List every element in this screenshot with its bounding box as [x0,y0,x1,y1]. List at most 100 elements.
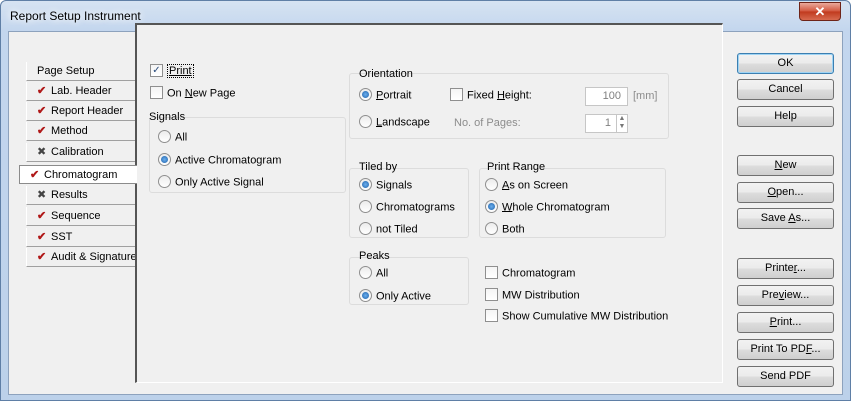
tab-calibration[interactable]: ✖ Calibration [26,143,137,162]
open-label-rest: pen... [776,186,804,198]
tab-label: Lab. Header [51,85,112,97]
cancel-button[interactable]: Cancel [737,79,834,100]
chromatogram-settings-panel: ✓ Print On New Page Signals All Active Ch… [135,23,723,383]
open-button[interactable]: Open... [737,182,834,203]
chromatogram-checkbox-label: Chromatogram [502,267,576,280]
signals-option-only-active-signal[interactable]: Only Active Signal [158,175,264,189]
new-label-rest: ew [782,159,797,171]
print-to-pdf-label-pre: Print To PD [750,343,806,355]
print-range-both[interactable]: Both [485,222,525,236]
mw-distribution-label: MW Distribution [502,289,580,302]
peaks-all[interactable]: All [359,266,389,280]
on-new-page-checkbox[interactable]: On New Page [150,86,236,100]
signals-all-radio[interactable] [158,130,171,143]
on-new-page-label-post: ew Page [192,87,236,100]
pages-value: 1 [604,117,611,129]
open-label-ul: O [767,186,777,198]
print-range-whole-chromatogram[interactable]: Whole Chromatogram [485,200,610,214]
print-range-as-on-screen[interactable]: As on Screen [485,178,569,192]
tab-label: Results [51,189,88,201]
as-on-screen-radio[interactable] [485,178,498,191]
signals-option-all[interactable]: All [158,130,188,144]
cumulative-mw-checkbox[interactable]: Show Cumulative MW Distribution [485,309,668,323]
printer-button[interactable]: Printer... [737,258,834,279]
check-icon: ✔ [37,125,47,137]
save-as-label-ul: A [788,212,796,224]
mw-distribution-box[interactable] [485,288,498,301]
whole-chromatogram-label-ul: W [502,201,513,214]
signals-all-label: All [175,131,188,144]
printer-label-post: ... [796,262,806,274]
print-btn-label-rest: rint... [776,316,802,328]
landscape-radio[interactable] [359,115,372,128]
tab-chromatogram[interactable]: ✔ Chromatogram [19,165,137,184]
print-button[interactable]: Print... [737,312,834,333]
tiled-not-tiled-radio[interactable] [359,222,372,235]
close-button[interactable]: ✕ [799,2,841,21]
preview-button[interactable]: Preview... [737,285,834,306]
tab-sequence[interactable]: ✔ Sequence [26,207,137,226]
whole-chromatogram-label-rest: hole Chromatogram [512,201,610,214]
signals-only-active-signal-radio[interactable] [158,175,171,188]
tab-label: Sequence [51,210,101,222]
ok-button[interactable]: OK [737,53,834,74]
peaks-all-radio[interactable] [359,266,372,279]
as-on-screen-label-rest: s on Screen [509,179,569,192]
close-icon: ✕ [814,4,826,19]
orientation-landscape[interactable]: Landscape [359,115,430,129]
tiled-not-tiled-label: not Tiled [376,223,418,236]
portrait-label-rest: ortrait [383,89,412,102]
mw-distribution-checkbox[interactable]: MW Distribution [485,288,580,302]
both-radio[interactable] [485,222,498,235]
tab-lab-header[interactable]: ✔ Lab. Header [26,82,137,101]
on-new-page-box[interactable] [150,86,163,99]
peaks-only-active-radio[interactable] [359,289,372,302]
signals-active-chromatogram-radio[interactable] [158,153,171,166]
check-icon: ✔ [37,231,47,243]
print-checkbox-box[interactable]: ✓ [150,64,163,77]
tab-report-header[interactable]: ✔ Report Header [26,102,137,121]
tab-label: Audit & Signatures [51,251,143,263]
chromatogram-checkbox[interactable]: Chromatogram [485,266,576,280]
print-to-pdf-label-post: ... [811,343,821,355]
tiled-signals-radio[interactable] [359,178,372,191]
pages-spinner[interactable]: ▲ ▼ [616,115,627,132]
tab-sst[interactable]: ✔ SST [26,228,137,247]
tab-results[interactable]: ✖ Results [26,186,137,205]
peaks-only-active[interactable]: Only Active [359,289,431,303]
tiled-by-signals[interactable]: Signals [359,178,412,192]
preview-label-pre: Pre [761,289,779,301]
print-checkbox[interactable]: ✓ Print [150,64,194,79]
chromatogram-checkbox-box[interactable] [485,266,498,279]
signals-option-active-chromatogram[interactable]: Active Chromatogram [158,153,281,167]
preview-label-post: iew... [784,289,810,301]
orientation-portrait[interactable]: Portrait [359,88,412,102]
tiled-chromatograms-radio[interactable] [359,200,372,213]
cumulative-mw-box[interactable] [485,309,498,322]
pages-label: No. of Pages: [454,117,521,129]
save-as-button[interactable]: Save As... [737,208,834,229]
tab-method[interactable]: ✔ Method [26,122,137,141]
print-to-pdf-button[interactable]: Print To PDF... [737,339,834,360]
help-button[interactable]: Help [737,106,834,127]
tab-page-setup[interactable]: Page Setup [26,62,137,81]
landscape-label-rest: andscape [382,116,430,129]
tiled-by-not-tiled[interactable]: not Tiled [359,222,418,236]
portrait-radio[interactable] [359,88,372,101]
fixed-height-input[interactable]: 100 [585,87,628,106]
send-pdf-button[interactable]: Send PDF [737,366,834,387]
signals-only-active-signal-label: Only Active Signal [175,176,264,189]
new-button[interactable]: New [737,155,834,176]
fixed-height-checkbox[interactable]: Fixed Height: [450,88,532,102]
whole-chromatogram-radio[interactable] [485,200,498,213]
tab-audit-signatures[interactable]: ✔ Audit & Signatures [26,248,142,267]
pages-input[interactable]: 1 ▲ ▼ [585,114,628,133]
fixed-height-label-post: eight: [504,89,532,102]
fixed-height-label-pre: Fixed [467,89,497,102]
check-icon: ✔ [37,85,47,97]
peaks-all-label: All [376,267,389,280]
fixed-height-box[interactable] [450,88,463,101]
tiled-by-chromatograms[interactable]: Chromatograms [359,200,455,214]
tiled-chromatograms-label: Chromatograms [376,201,455,214]
orientation-group-title: Orientation [359,68,413,80]
